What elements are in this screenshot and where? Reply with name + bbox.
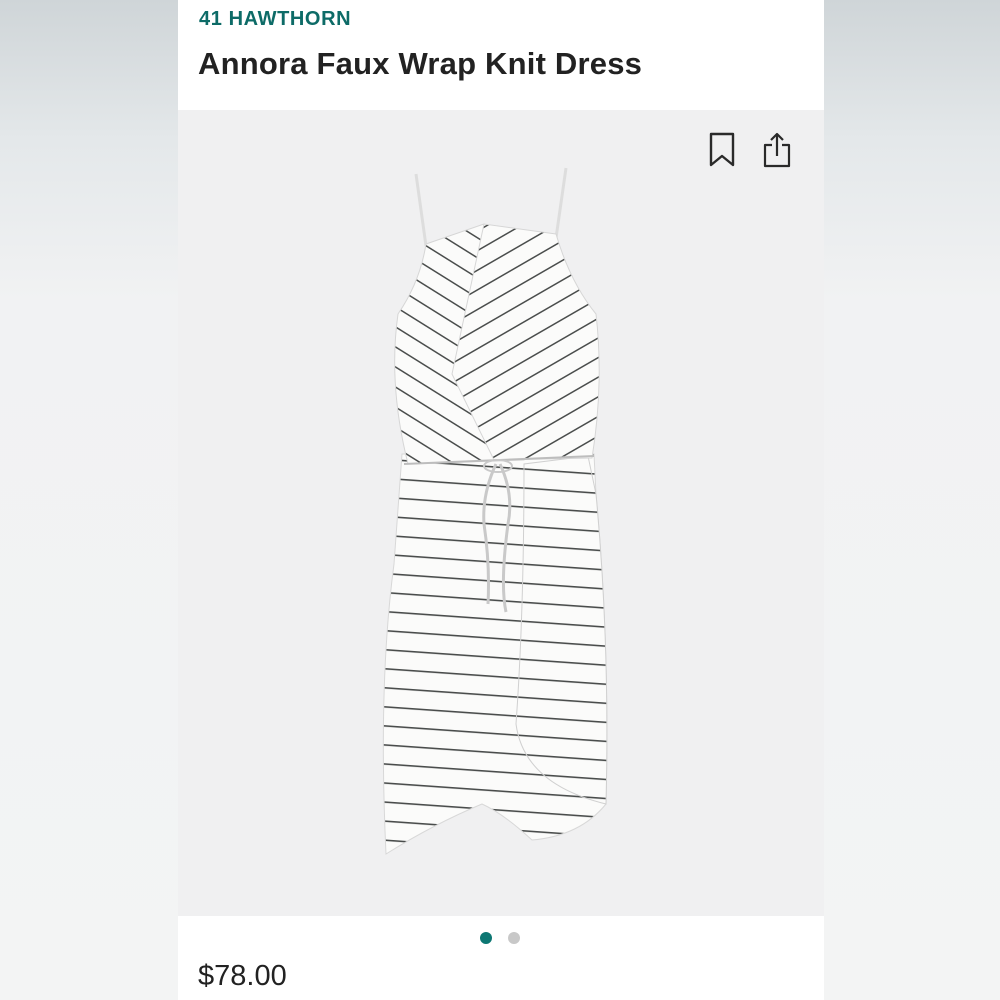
background-left-panel <box>0 0 178 1000</box>
carousel-pagination <box>480 932 520 944</box>
background-right-panel <box>824 0 1000 1000</box>
product-title: Annora Faux Wrap Knit Dress <box>198 46 643 81</box>
product-detail-screen: 41 HAWTHORN Annora Faux Wrap Knit Dress <box>178 0 824 1000</box>
share-button[interactable] <box>761 130 793 170</box>
carousel-dot-1[interactable] <box>480 932 492 944</box>
share-icon <box>763 132 791 168</box>
brand-name[interactable]: 41 HAWTHORN <box>199 8 351 31</box>
product-price: $78.00 <box>198 960 287 992</box>
bookmark-button[interactable] <box>706 130 738 170</box>
product-image-carousel[interactable] <box>178 110 824 916</box>
bookmark-icon <box>709 132 735 167</box>
dress-image <box>382 167 608 855</box>
carousel-dot-2[interactable] <box>508 932 520 944</box>
